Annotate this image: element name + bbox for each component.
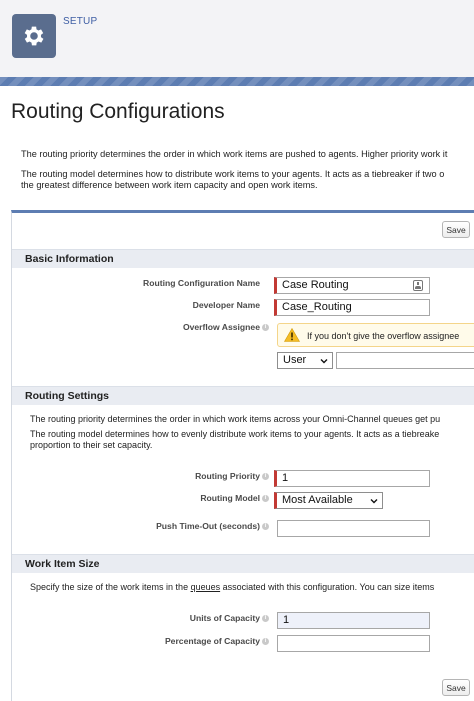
units-of-capacity-input[interactable]: 1	[277, 612, 430, 629]
intro-model-line-2: the greatest difference between work ite…	[21, 180, 318, 190]
save-button-bottom[interactable]: Save	[442, 679, 470, 696]
assignee-type-select[interactable]: User	[277, 352, 333, 369]
intro-model-text: The routing model determines how to dist…	[21, 169, 474, 191]
routing-config-name-label: Routing Configuration Name	[143, 278, 260, 288]
routing-priority-label: Routing Priority i	[195, 471, 269, 481]
push-timeout-text: Push Time-Out (seconds)	[156, 521, 260, 531]
routing-priority-text: Routing Priority	[195, 471, 260, 481]
gear-icon	[24, 26, 44, 46]
units-of-capacity-label: Units of Capacity i	[190, 613, 269, 623]
info-icon[interactable]: i	[262, 495, 269, 503]
section-routing-settings: Routing Settings	[12, 386, 474, 405]
work-item-help-post: associated with this configuration. You …	[220, 582, 435, 592]
overflow-assignee-label: Overflow Assignee i	[183, 322, 269, 332]
queues-link[interactable]: queues	[191, 582, 221, 592]
header-band	[0, 77, 474, 86]
info-icon[interactable]: i	[262, 638, 269, 646]
routing-model-value: Most Available	[282, 494, 353, 506]
info-icon[interactable]: i	[262, 523, 269, 531]
routing-model-label: Routing Model i	[200, 493, 269, 503]
routing-priority-value: 1	[282, 472, 289, 484]
routing-config-name-input[interactable]: Case Routing	[274, 277, 430, 294]
work-item-help-text: Specify the size of the work items in th…	[30, 582, 474, 593]
section-work-item-size: Work Item Size	[12, 554, 474, 573]
routing-model-select[interactable]: Most Available	[274, 492, 383, 509]
contact-card-icon	[413, 280, 423, 291]
section-basic-information: Basic Information	[12, 249, 474, 268]
percentage-of-capacity-input[interactable]	[277, 635, 430, 652]
assignee-lookup-input[interactable]	[336, 352, 474, 369]
developer-name-input[interactable]: Case_Routing	[274, 299, 430, 316]
save-button-top[interactable]: Save	[442, 221, 470, 238]
section-heading: Routing Settings	[25, 390, 109, 402]
push-timeout-input[interactable]	[277, 520, 430, 537]
overflow-warning-text: If you don't give the overflow assignee	[307, 331, 460, 341]
info-icon[interactable]: i	[262, 615, 269, 623]
info-icon[interactable]: i	[262, 473, 269, 481]
developer-name-label: Developer Name	[192, 300, 260, 310]
routing-model-help-line-1: The routing model determines how to even…	[30, 429, 440, 439]
setup-tile[interactable]	[12, 14, 56, 58]
chevron-down-icon	[320, 359, 328, 364]
section-heading: Work Item Size	[25, 558, 100, 570]
percentage-of-capacity-label: Percentage of Capacity i	[165, 636, 269, 646]
routing-config-name-value: Case Routing	[282, 279, 349, 291]
units-of-capacity-text: Units of Capacity	[189, 613, 260, 623]
overflow-warning-banner: If you don't give the overflow assignee	[277, 323, 474, 347]
routing-model-help-line-2: proportion to their set capacity.	[30, 440, 153, 450]
setup-header: SETUP	[0, 0, 474, 77]
chevron-down-icon	[370, 499, 378, 504]
push-timeout-label: Push Time-Out (seconds) i	[156, 521, 269, 531]
warning-icon	[284, 328, 300, 342]
info-icon[interactable]: i	[262, 324, 269, 332]
routing-model-help-text: The routing model determines how to even…	[30, 429, 474, 451]
intro-model-line-1: The routing model determines how to dist…	[21, 169, 445, 179]
setup-label: SETUP	[63, 16, 98, 27]
overflow-assignee-text: Overflow Assignee	[182, 322, 260, 332]
section-heading: Basic Information	[25, 253, 114, 265]
routing-model-text: Routing Model	[200, 493, 260, 503]
routing-priority-input[interactable]: 1	[274, 470, 430, 487]
routing-priority-help-text: The routing priority determines the orde…	[30, 414, 441, 424]
percentage-of-capacity-text: Percentage of Capacity	[164, 636, 260, 646]
assignee-type-value: User	[283, 354, 307, 366]
intro-priority-text: The routing priority determines the orde…	[21, 149, 448, 159]
units-of-capacity-value: 1	[283, 614, 290, 626]
work-item-help-pre: Specify the size of the work items in th…	[30, 582, 191, 592]
page-title: Routing Configurations	[11, 100, 225, 123]
developer-name-value: Case_Routing	[282, 301, 352, 313]
